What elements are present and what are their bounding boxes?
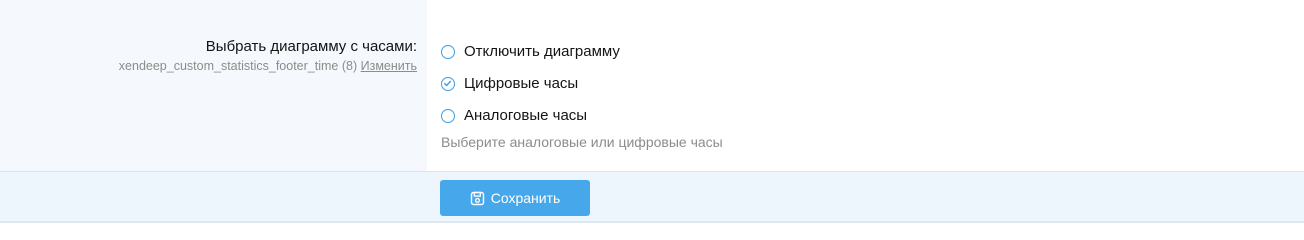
- save-icon: [470, 191, 485, 206]
- radio-group: Отключить диаграмму Цифровые часы Аналог…: [441, 36, 620, 132]
- radio-digital-clock[interactable]: Цифровые часы: [441, 68, 620, 100]
- option-display-order: (8): [341, 59, 358, 73]
- radio-analog-clock[interactable]: Аналоговые часы: [441, 100, 620, 132]
- radio-unchecked-icon[interactable]: [441, 45, 455, 59]
- radio-disable-chart[interactable]: Отключить диаграмму: [441, 36, 620, 68]
- radio-checked-icon[interactable]: [441, 77, 455, 91]
- edit-option-link[interactable]: Изменить: [361, 59, 417, 73]
- checkmark-icon: [443, 80, 452, 87]
- radio-label: Отключить диаграмму: [464, 43, 620, 60]
- option-hint: Выберите аналоговые или цифровые часы: [441, 134, 723, 150]
- radio-label: Цифровые часы: [464, 75, 579, 92]
- option-label-column: Выбрать диаграмму с часами: xendeep_cust…: [0, 0, 427, 171]
- radio-label: Аналоговые часы: [464, 107, 588, 124]
- option-title: Выбрать диаграмму с часами:: [205, 38, 417, 55]
- save-button[interactable]: Сохранить: [440, 180, 590, 216]
- form-footer: Сохранить: [0, 171, 1304, 223]
- option-row: Выбрать диаграмму с часами: xendeep_cust…: [0, 0, 1304, 171]
- radio-unchecked-icon[interactable]: [441, 109, 455, 123]
- option-input-column: Отключить диаграмму Цифровые часы Аналог…: [427, 0, 1304, 171]
- option-meta: xendeep_custom_statistics_footer_time (8…: [0, 58, 417, 74]
- save-button-label: Сохранить: [490, 190, 561, 206]
- option-id: xendeep_custom_statistics_footer_time: [118, 59, 339, 73]
